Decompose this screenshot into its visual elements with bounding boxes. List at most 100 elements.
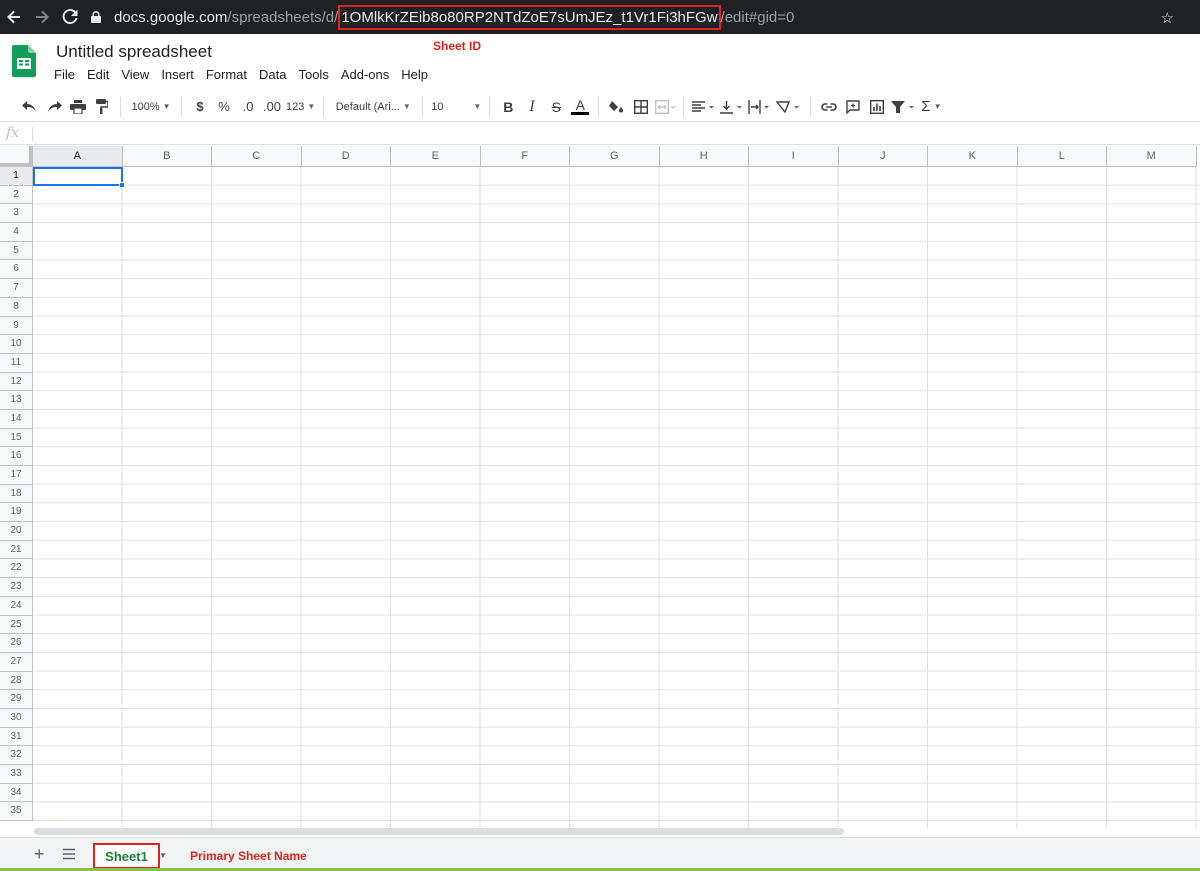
- column-header-i[interactable]: I: [749, 146, 839, 167]
- increase-decimal-button[interactable]: .00: [260, 94, 284, 120]
- row-header-30[interactable]: 30: [0, 708, 33, 728]
- fill-handle[interactable]: [119, 182, 125, 188]
- row-header-35[interactable]: 35: [0, 802, 33, 822]
- row-header-27[interactable]: 27: [0, 652, 33, 672]
- row-header-25[interactable]: 25: [0, 615, 33, 635]
- row-header-9[interactable]: 9: [0, 316, 33, 336]
- italic-button[interactable]: I: [520, 94, 544, 120]
- row-header-15[interactable]: 15: [0, 428, 33, 448]
- row-header-5[interactable]: 5: [0, 241, 33, 261]
- active-cell-a1[interactable]: [33, 167, 123, 186]
- sheets-logo-icon[interactable]: [12, 45, 36, 77]
- insert-comment-icon[interactable]: [841, 94, 865, 120]
- horizontal-scrollbar[interactable]: [34, 828, 844, 835]
- more-formats-button[interactable]: 123 ▼: [284, 94, 317, 120]
- column-header-d[interactable]: D: [301, 146, 391, 167]
- document-title[interactable]: Untitled spreadsheet: [56, 42, 212, 62]
- column-header-b[interactable]: B: [122, 146, 212, 167]
- column-header-a[interactable]: A: [33, 146, 123, 167]
- row-header-20[interactable]: 20: [0, 522, 33, 541]
- row-header-22[interactable]: 22: [0, 559, 33, 579]
- horizontal-align-icon[interactable]: [690, 94, 718, 120]
- vertical-align-icon[interactable]: [718, 94, 746, 120]
- borders-icon[interactable]: [629, 94, 653, 120]
- menu-view[interactable]: View: [115, 67, 155, 85]
- row-header-6[interactable]: 6: [0, 260, 33, 280]
- menu-file[interactable]: File: [48, 67, 81, 85]
- row-header-31[interactable]: 31: [0, 727, 33, 747]
- insert-chart-icon[interactable]: [865, 94, 889, 120]
- decrease-decimal-button[interactable]: .0: [236, 94, 260, 120]
- row-header-3[interactable]: 3: [0, 204, 33, 224]
- row-header-14[interactable]: 14: [0, 409, 33, 429]
- row-header-7[interactable]: 7: [0, 279, 33, 298]
- menu-format[interactable]: Format: [200, 67, 253, 85]
- print-icon[interactable]: [66, 94, 90, 120]
- row-header-10[interactable]: 10: [0, 335, 33, 354]
- percent-format-button[interactable]: %: [212, 94, 236, 120]
- row-header-2[interactable]: 2: [0, 185, 33, 205]
- text-color-button[interactable]: A: [568, 94, 592, 120]
- row-header-32[interactable]: 32: [0, 746, 33, 765]
- menu-help[interactable]: Help: [395, 67, 434, 85]
- column-header-l[interactable]: L: [1017, 146, 1107, 167]
- row-header-24[interactable]: 24: [0, 596, 33, 616]
- row-header-11[interactable]: 11: [0, 353, 33, 373]
- row-header-4[interactable]: 4: [0, 223, 33, 242]
- row-header-16[interactable]: 16: [0, 447, 33, 466]
- undo-icon[interactable]: [18, 94, 42, 120]
- row-header-28[interactable]: 28: [0, 671, 33, 691]
- row-header-23[interactable]: 23: [0, 578, 33, 597]
- filter-icon[interactable]: [889, 94, 919, 120]
- row-header-8[interactable]: 8: [0, 297, 33, 317]
- menu-tools[interactable]: Tools: [292, 67, 334, 85]
- column-header-k[interactable]: K: [928, 146, 1018, 167]
- paint-format-icon[interactable]: [90, 94, 114, 120]
- column-header-h[interactable]: H: [659, 146, 749, 167]
- reload-icon[interactable]: [56, 3, 84, 31]
- back-icon[interactable]: [0, 3, 28, 31]
- column-header-m[interactable]: M: [1107, 146, 1197, 167]
- row-header-34[interactable]: 34: [0, 783, 33, 803]
- text-wrapping-icon[interactable]: [746, 94, 774, 120]
- merge-cells-icon[interactable]: [653, 94, 677, 120]
- text-rotation-icon[interactable]: [774, 94, 804, 120]
- bold-button[interactable]: B: [496, 94, 520, 120]
- menu-data[interactable]: Data: [253, 67, 292, 85]
- row-header-17[interactable]: 17: [0, 466, 33, 485]
- menu-add-ons[interactable]: Add-ons: [335, 67, 395, 85]
- star-icon[interactable]: ☆: [1161, 9, 1174, 27]
- row-header-1[interactable]: 1: [0, 167, 33, 186]
- insert-link-icon[interactable]: [817, 94, 841, 120]
- zoom-select[interactable]: 100% ▼: [127, 94, 175, 120]
- sheet-tab-sheet1[interactable]: Sheet1: [93, 843, 160, 869]
- fill-color-icon[interactable]: [605, 94, 629, 120]
- column-header-g[interactable]: G: [570, 146, 660, 167]
- row-header-18[interactable]: 18: [0, 484, 33, 504]
- cell-area[interactable]: [33, 167, 1200, 828]
- functions-button[interactable]: Σ ▼: [919, 94, 943, 120]
- forward-icon[interactable]: [28, 3, 56, 31]
- chevron-down-icon[interactable]: ▼: [159, 851, 167, 860]
- row-header-19[interactable]: 19: [0, 503, 33, 523]
- add-sheet-icon[interactable]: +: [34, 844, 45, 865]
- select-all-corner[interactable]: [0, 146, 33, 167]
- address-bar[interactable]: docs.google.com/spreadsheets/d/1OMlkKrZE…: [88, 3, 1178, 31]
- redo-icon[interactable]: [42, 94, 66, 120]
- row-header-29[interactable]: 29: [0, 690, 33, 709]
- font-size-select[interactable]: 10 ▼: [429, 94, 483, 120]
- row-header-21[interactable]: 21: [0, 540, 33, 560]
- menu-insert[interactable]: Insert: [155, 67, 200, 85]
- row-header-33[interactable]: 33: [0, 765, 33, 784]
- strikethrough-button[interactable]: S: [544, 94, 568, 120]
- column-header-e[interactable]: E: [391, 146, 481, 167]
- currency-format-button[interactable]: $: [188, 94, 212, 120]
- row-header-13[interactable]: 13: [0, 391, 33, 410]
- row-header-12[interactable]: 12: [0, 372, 33, 392]
- column-header-j[interactable]: J: [838, 146, 928, 167]
- row-header-26[interactable]: 26: [0, 634, 33, 653]
- menu-edit[interactable]: Edit: [81, 67, 115, 85]
- column-header-f[interactable]: F: [480, 146, 570, 167]
- all-sheets-list-icon[interactable]: [62, 847, 76, 860]
- font-family-select[interactable]: Default (Ari... ▼: [330, 94, 416, 120]
